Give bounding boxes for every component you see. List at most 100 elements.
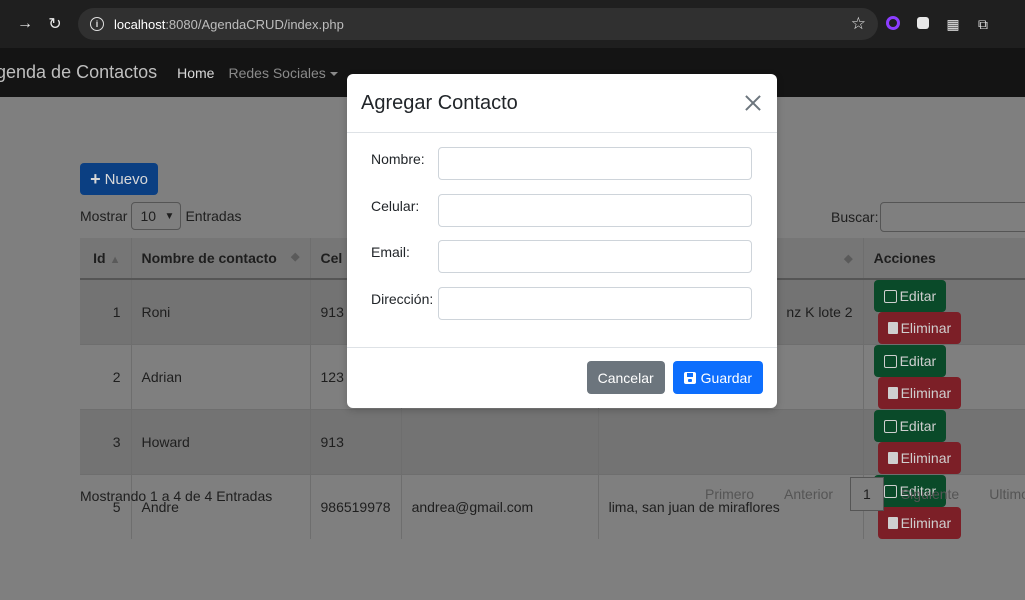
celular-label: Celular: (371, 197, 420, 214)
column-header-name-label: Nombre de contacto (141, 250, 277, 266)
delete-label: Eliminar (900, 320, 952, 336)
edit-label: Editar (899, 288, 937, 304)
delete-button[interactable]: Eliminar (877, 312, 962, 344)
direccion-input[interactable] (438, 286, 752, 320)
trash-icon (887, 387, 898, 399)
page-previous[interactable]: Anterior (769, 486, 848, 502)
trash-icon (887, 517, 898, 529)
page-length-select[interactable]: 10 ▼ (131, 202, 182, 230)
delete-label: Eliminar (900, 515, 952, 531)
edit-button[interactable]: Editar (873, 280, 947, 312)
caret-down-icon (329, 71, 338, 76)
delete-label: Eliminar (900, 385, 952, 401)
page-first[interactable]: Primero (690, 486, 769, 502)
search-label: Buscar: (831, 209, 879, 225)
delete-button[interactable]: Eliminar (877, 442, 962, 474)
extension-icon[interactable] (908, 16, 938, 32)
edit-label: Editar (899, 353, 937, 369)
form-row-email: Email: (371, 240, 753, 287)
nav-home[interactable]: Home (177, 65, 214, 81)
bookmark-star-icon[interactable]: ☆ (851, 14, 866, 34)
entries-label: Entradas (185, 208, 242, 224)
extensions-puzzle-icon[interactable]: ⧉ (968, 16, 998, 33)
cell-name: Howard (131, 409, 311, 475)
extension-ring-icon[interactable] (878, 15, 908, 33)
site-info-icon[interactable]: i (90, 17, 104, 31)
forward-icon[interactable]: → (10, 15, 40, 33)
nav-redes-sociales[interactable]: Redes Sociales (228, 64, 338, 81)
url-host: localhost (114, 16, 166, 32)
page-current[interactable]: 1 (850, 477, 884, 511)
trash-icon (887, 452, 898, 464)
pagination: Primero Anterior 1 Siguiente Ultimo (690, 477, 1025, 511)
edit-icon (883, 354, 897, 368)
page-length-control: Mostrar 10 ▼ Entradas (80, 202, 242, 230)
cancel-button[interactable]: Cancelar (586, 361, 665, 394)
cell-id: 3 (80, 409, 132, 475)
modal-body: Nombre: Celular: Email: Dirección: (347, 133, 777, 348)
address-bar[interactable]: i localhost:8080/AgendaCRUD/index.php ☆ (78, 8, 878, 40)
direccion-label: Dirección: (371, 290, 434, 307)
sort-icon: ◆ (844, 252, 853, 265)
modal-header: Agregar Contacto (347, 74, 777, 133)
chevron-down-icon: ▼ (164, 210, 175, 222)
nav-redes-sociales-label: Redes Sociales (228, 64, 326, 81)
save-button[interactable]: Guardar (672, 361, 763, 394)
edit-button[interactable]: Editar (873, 410, 947, 442)
page-length-value: 10 (140, 208, 157, 224)
cell-cel: 913 (310, 409, 402, 475)
delete-button[interactable]: Eliminar (877, 507, 962, 539)
form-row-direccion: Dirección: (371, 286, 753, 334)
edit-label: Editar (899, 418, 937, 434)
nombre-label: Nombre: (371, 151, 425, 167)
cell-address (598, 409, 864, 475)
sort-icon: ▲ (109, 254, 121, 266)
url-path: :8080/AgendaCRUD/index.php (165, 16, 344, 32)
floppy-disk-icon (683, 371, 696, 384)
cell-name: Adrian (131, 344, 311, 410)
edit-icon (883, 289, 897, 303)
modal-footer: Cancelar Guardar (347, 348, 777, 394)
reload-icon[interactable]: ↻ (40, 14, 70, 34)
column-header-actions[interactable]: Acciones (863, 238, 1025, 280)
cell-id: 2 (80, 344, 132, 410)
page-last[interactable]: Ultimo (974, 486, 1025, 502)
cell-id: 5 (80, 474, 132, 539)
search-control: Buscar: (831, 202, 1025, 232)
column-header-id[interactable]: Id ▲ (80, 238, 132, 280)
nombre-input[interactable] (438, 147, 752, 180)
edit-icon (883, 419, 897, 433)
celular-input[interactable] (438, 193, 752, 227)
close-icon[interactable] (743, 93, 763, 113)
modal-title: Agregar Contacto (361, 91, 518, 114)
email-input[interactable] (438, 240, 752, 273)
column-header-name[interactable]: Nombre de contacto ◆ (131, 238, 311, 280)
email-label: Email: (371, 244, 410, 260)
column-header-id-label: Id (93, 250, 106, 266)
cell-email (401, 409, 599, 475)
cell-name: Roni (131, 278, 311, 345)
edit-button[interactable]: Editar (873, 345, 947, 377)
table-row: 3 Howard 913 Editar Eliminar (80, 409, 1025, 475)
search-input[interactable] (880, 202, 1025, 232)
cell-email: andrea@gmail.com (401, 474, 599, 539)
qr-code-icon[interactable]: ▦ (938, 16, 968, 33)
show-label: Mostrar (80, 208, 128, 224)
cell-actions: Editar Eliminar (863, 278, 1025, 345)
form-row-celular: Celular: (371, 193, 753, 241)
new-contact-button[interactable]: + Nuevo (80, 163, 158, 195)
new-contact-label: Nuevo (104, 170, 148, 188)
save-label: Guardar (700, 369, 752, 386)
delete-button[interactable]: Eliminar (877, 377, 962, 409)
plus-icon: + (90, 168, 101, 189)
cell-cel: 986519978 (310, 474, 402, 539)
browser-toolbar: → ↻ i localhost:8080/AgendaCRUD/index.ph… (0, 0, 1025, 48)
page-next[interactable]: Siguiente (886, 486, 974, 502)
delete-label: Eliminar (900, 450, 952, 466)
add-contact-modal: Agregar Contacto Nombre: Celular: Email:… (347, 74, 777, 408)
trash-icon (887, 322, 898, 334)
cell-actions: Editar Eliminar (863, 344, 1025, 410)
brand-title[interactable]: genda de Contactos (0, 62, 157, 83)
column-header-cel-label: Cel (320, 250, 343, 266)
cell-id: 1 (80, 278, 132, 345)
